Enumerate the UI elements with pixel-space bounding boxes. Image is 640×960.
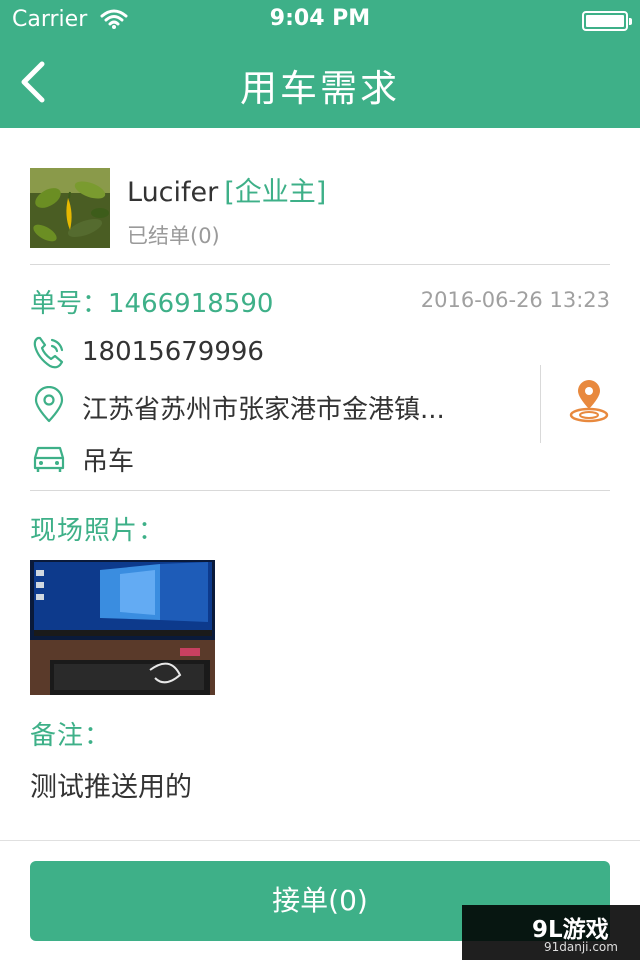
order-datetime: 2016-06-26 13:23 bbox=[420, 288, 610, 312]
vehicle-type: 吊车 bbox=[82, 447, 135, 477]
remark-text: 测试推送用的 bbox=[30, 772, 192, 803]
avatar bbox=[30, 168, 110, 248]
site-photo[interactable] bbox=[30, 560, 215, 695]
order-header: 单号：1466918590 2016-06-26 13:23 bbox=[30, 283, 610, 319]
page-title: 用车需求 bbox=[240, 67, 400, 110]
address-text: 江苏省苏州市张家港市金港镇... bbox=[82, 395, 445, 425]
watermark: 9L游戏 91danji.com bbox=[462, 905, 640, 960]
user-card: Lucifer [企业主] 已结单(0) bbox=[30, 168, 610, 265]
phone-row[interactable]: 18015679996 bbox=[30, 334, 530, 374]
user-completed-orders: 已结单(0) bbox=[127, 224, 220, 248]
divider-vertical bbox=[540, 365, 541, 443]
order-number: 单号：1466918590 bbox=[30, 289, 274, 319]
divider bbox=[30, 490, 610, 491]
photos-label: 现场照片： bbox=[30, 516, 166, 546]
status-time: 9:04 PM bbox=[269, 6, 371, 31]
phone-icon bbox=[33, 336, 64, 369]
battery-icon bbox=[582, 11, 632, 31]
user-name: Lucifer [企业主] bbox=[127, 170, 326, 209]
status-bar: Carrier 9:04 PM bbox=[0, 0, 640, 40]
watermark-sub: 91danji.com bbox=[544, 940, 618, 954]
top-bar: Carrier 9:04 PM 用车需求 bbox=[0, 0, 640, 128]
location-pin-icon bbox=[34, 386, 64, 423]
map-location-button[interactable] bbox=[566, 377, 612, 427]
vehicle-row: 吊车 bbox=[30, 438, 530, 478]
map-location-icon bbox=[569, 380, 609, 423]
watermark-main: 9L游戏 bbox=[532, 917, 609, 943]
nav-bar: 用车需求 bbox=[0, 40, 640, 128]
phone-number: 18015679996 bbox=[82, 337, 264, 367]
user-name-text: Lucifer bbox=[127, 177, 219, 208]
remark-label: 备注： bbox=[30, 721, 112, 751]
user-role: [企业主] bbox=[224, 177, 327, 208]
car-icon bbox=[33, 446, 65, 472]
address-row: 江苏省苏州市张家港市金港镇... bbox=[30, 386, 530, 426]
